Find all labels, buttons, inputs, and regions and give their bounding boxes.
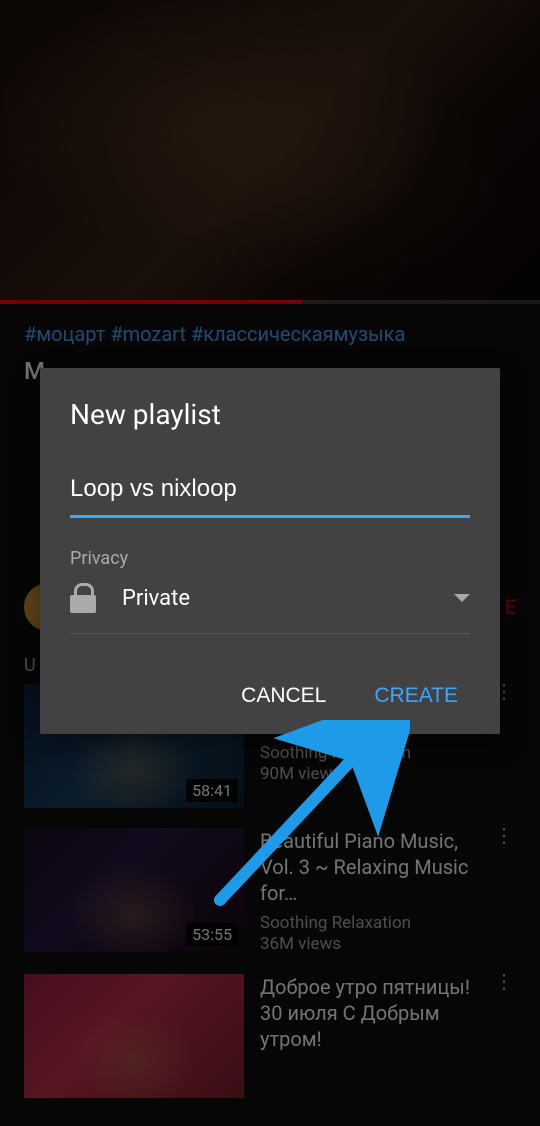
new-playlist-dialog: New playlist Privacy Private CANCEL CREA… (40, 368, 500, 734)
chevron-down-icon (454, 594, 470, 602)
create-button[interactable]: CREATE (370, 674, 462, 718)
playlist-name-input[interactable] (70, 475, 470, 518)
privacy-label: Privacy (70, 548, 470, 569)
dialog-title: New playlist (70, 398, 470, 431)
cancel-button[interactable]: CANCEL (237, 674, 330, 718)
privacy-dropdown[interactable]: Private (70, 583, 470, 634)
lock-icon (70, 583, 96, 613)
privacy-value: Private (122, 586, 428, 611)
dialog-actions: CANCEL CREATE (70, 674, 470, 718)
